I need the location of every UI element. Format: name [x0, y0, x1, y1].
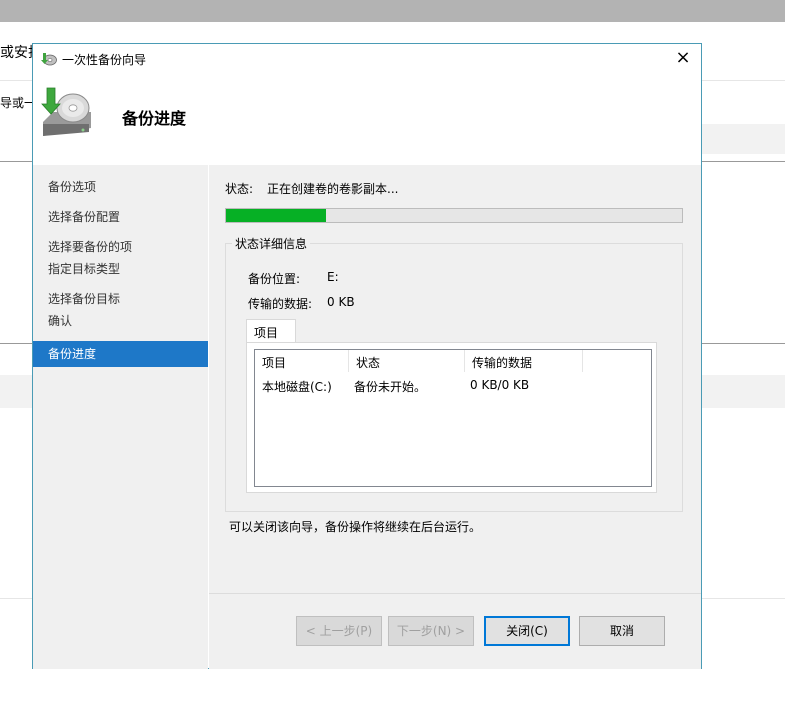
page-title: 备份进度: [122, 109, 187, 128]
transferred-data-label: 传输的数据:: [248, 297, 313, 311]
column-header-label: 传输的数据: [472, 356, 533, 370]
dialog-titlebar: 一次性备份向导 ×: [33, 44, 701, 74]
backup-app-icon: [41, 52, 57, 66]
step-backup-options[interactable]: 备份选项: [48, 178, 96, 195]
column-header-item[interactable]: 项目: [255, 350, 349, 372]
step-confirm[interactable]: 确认: [48, 312, 72, 329]
background-band: [700, 375, 785, 408]
status-label: 状态:: [225, 182, 254, 196]
column-header-status[interactable]: 状态: [349, 350, 465, 372]
backup-progress-bar: [225, 208, 683, 223]
step-backup-progress-label: 备份进度: [48, 347, 97, 361]
row-data-cell: 0 KB/0 KB: [470, 378, 530, 392]
tab-items[interactable]: 项目: [246, 319, 296, 343]
button-bar-divider: [209, 593, 701, 594]
items-tab-panel: 项目 状态 传输的数据 本地磁盘(C:) 备份未开始。 0 KB/0 KB: [246, 342, 657, 493]
step-select-config[interactable]: 选择备份配置: [48, 208, 120, 225]
status-details-legend: 状态详细信息: [232, 235, 311, 252]
column-header-label: 状态: [356, 356, 381, 370]
back-button[interactable]: < 上一步(P): [296, 616, 382, 646]
background-text: 导或一: [0, 96, 37, 110]
items-list[interactable]: 项目 状态 传输的数据 本地磁盘(C:) 备份未开始。 0 KB/0 KB: [254, 349, 652, 487]
backup-location-label: 备份位置:: [248, 272, 301, 286]
row-item-cell: 本地磁盘(C:): [262, 380, 332, 394]
wizard-header: 备份进度: [33, 74, 701, 166]
column-header-label: 项目: [262, 356, 287, 370]
backup-wizard-dialog: 一次性备份向导 × 备份进度 备份选项 选择备份配置 选择要备份的项 指定目标类…: [32, 43, 702, 669]
transferred-data-value: 0 KB: [327, 295, 355, 309]
backup-location-value: E:: [327, 270, 339, 284]
step-destination-type[interactable]: 指定目标类型: [48, 260, 120, 277]
step-backup-progress[interactable]: 备份进度: [33, 341, 208, 367]
background-run-note: 可以关闭该向导，备份操作将继续在后台运行。: [229, 520, 482, 534]
background-titlebar: [0, 0, 785, 22]
close-button[interactable]: 关闭(C): [484, 616, 570, 646]
status-details-group: 状态详细信息 备份位置: E: 传输的数据: 0 KB 项目 项目 状态 传输的…: [225, 235, 683, 512]
tab-items-label: 项目: [254, 326, 279, 340]
wizard-steps-sidebar: 备份选项 选择备份配置 选择要备份的项 指定目标类型 选择备份目标 确认 备份进…: [33, 165, 208, 669]
next-button[interactable]: 下一步(N) >: [388, 616, 474, 646]
column-header-transferred[interactable]: 传输的数据: [465, 350, 583, 372]
wizard-content: 状态: 正在创建卷的卷影副本... 状态详细信息 备份位置: E: 传输的数据:…: [209, 165, 701, 669]
step-select-destination[interactable]: 选择备份目标: [48, 290, 120, 307]
row-status-cell: 备份未开始。: [354, 380, 427, 394]
background-band: [0, 375, 33, 408]
dialog-title: 一次性备份向导: [62, 53, 147, 67]
background-band: [700, 124, 785, 154]
step-select-items[interactable]: 选择要备份的项: [48, 238, 132, 255]
status-value: 正在创建卷的卷影副本...: [267, 182, 399, 196]
cancel-button[interactable]: 取消: [579, 616, 665, 646]
close-icon[interactable]: ×: [673, 47, 693, 69]
disk-backup-icon: [39, 84, 95, 140]
progress-bar-fill: [226, 209, 327, 222]
